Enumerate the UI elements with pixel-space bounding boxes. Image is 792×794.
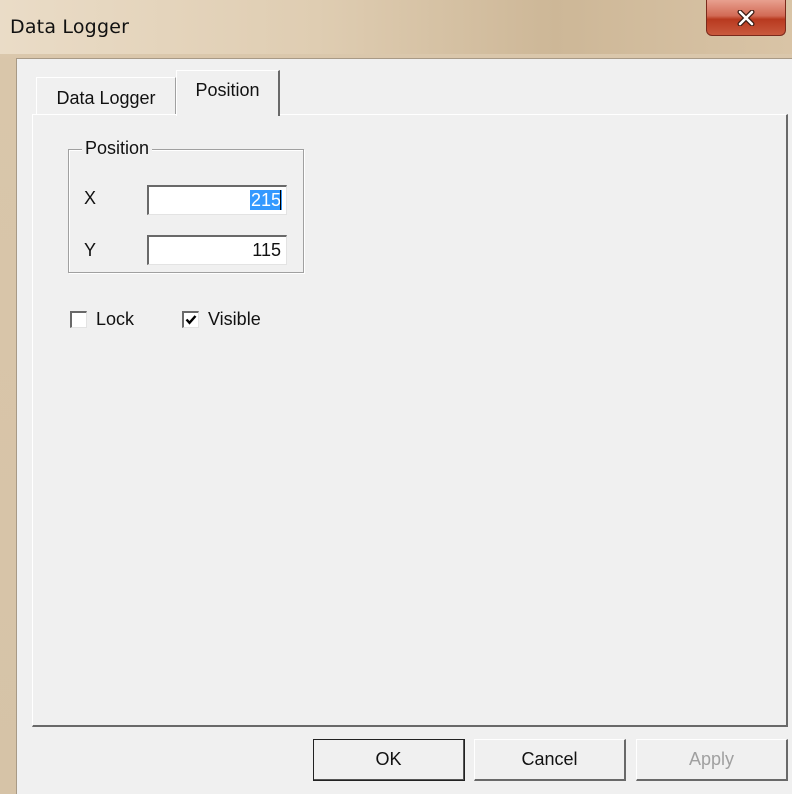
checkmark-icon [185, 315, 197, 325]
visible-checkbox-row[interactable]: Visible [182, 309, 261, 330]
window-title: Data Logger [10, 16, 130, 38]
position-group-legend: Position [82, 138, 153, 159]
cancel-button[interactable]: Cancel [474, 739, 626, 781]
x-input-value: 21 [250, 190, 271, 210]
tab-data-logger-label: Data Logger [56, 88, 156, 108]
apply-button[interactable]: Apply [636, 739, 788, 781]
tab-data-logger[interactable]: Data Logger [36, 77, 176, 115]
lock-checkbox[interactable] [70, 311, 87, 328]
y-input-value: 115 [252, 240, 281, 260]
x-label: X [84, 188, 97, 208]
visible-label: Visible [208, 309, 261, 329]
y-input[interactable]: 115 [147, 235, 287, 265]
x-input-selected-text: 215 [249, 190, 282, 210]
close-button[interactable] [706, 0, 786, 36]
visible-checkbox[interactable] [182, 311, 199, 328]
x-input[interactable]: 215 [147, 185, 287, 215]
tab-position-label: Position [195, 80, 260, 100]
ok-button[interactable]: OK [313, 739, 465, 781]
close-icon [737, 9, 755, 26]
lock-checkbox-row[interactable]: Lock [70, 309, 134, 330]
y-label: Y [84, 240, 97, 260]
tab-position[interactable]: Position [176, 70, 280, 116]
text-caret [280, 190, 281, 210]
lock-label: Lock [96, 309, 135, 329]
title-bar[interactable]: Data Logger [0, 0, 792, 54]
